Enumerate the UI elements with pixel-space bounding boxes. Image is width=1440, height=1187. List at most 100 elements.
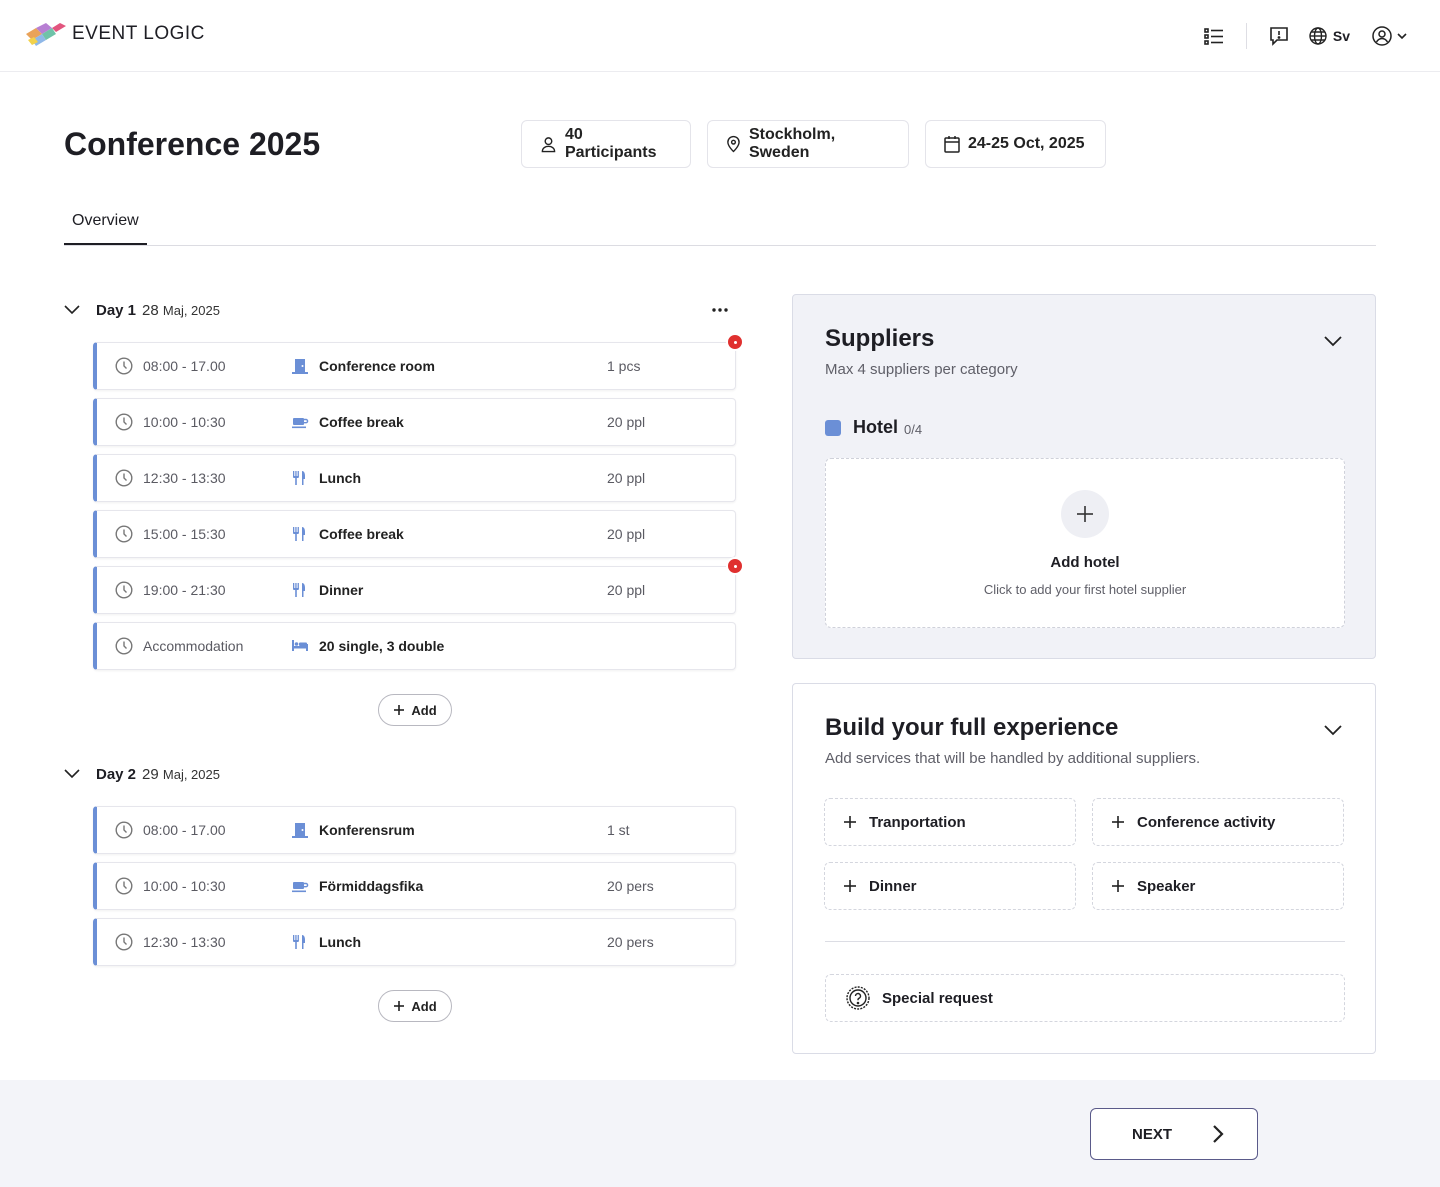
alert-badge [726, 557, 744, 575]
item-name: Conference room [319, 358, 435, 374]
next-label: NEXT [1131, 1125, 1172, 1143]
add-hotel-title: Add hotel [1050, 554, 1120, 571]
item-name: Konferensrum [319, 822, 415, 838]
chevron-down-icon[interactable] [62, 300, 82, 320]
day-1-header: Day 1 28 Maj, 2025 [62, 300, 220, 320]
special-request-button[interactable]: Special request [825, 974, 1345, 1022]
schedule-item[interactable]: 10:00 - 10:30 Coffee break 20 ppl [93, 398, 736, 446]
plus-icon [394, 1001, 405, 1011]
schedule-item[interactable]: 12:30 - 13:30 Lunch 20 ppl [93, 454, 736, 502]
feedback-icon[interactable] [1265, 22, 1293, 50]
schedule-item[interactable]: 08:00 - 17.00 Konferensrum 1 st [93, 806, 736, 854]
chevron-down-icon[interactable] [62, 764, 82, 784]
add-label: Add [411, 998, 437, 1014]
service-label: Dinner [869, 877, 917, 895]
item-quantity: 1 pcs [607, 358, 641, 374]
item-time: 08:00 - 17.00 [143, 358, 226, 374]
chevron-down-icon[interactable] [1321, 329, 1345, 353]
cutlery-icon [291, 526, 309, 542]
item-name: Dinner [319, 582, 364, 598]
day-label: Day 2 [96, 765, 137, 783]
item-quantity: 20 ppl [607, 470, 646, 486]
participants-label: 40 Participants [564, 126, 657, 161]
schedule-item[interactable]: 15:00 - 15:30 Coffee break 20 ppl [93, 510, 736, 558]
plus-icon [1112, 816, 1124, 828]
service-speaker-button[interactable]: Speaker [1092, 862, 1344, 910]
schedule-item[interactable]: 08:00 - 17.00 Conference room 1 pcs [93, 342, 736, 390]
day-2-header: Day 2 29 Maj, 2025 [62, 764, 220, 784]
cutlery-icon [291, 582, 309, 598]
item-quantity: 20 pers [607, 878, 654, 894]
footer: NEXT [0, 1080, 1440, 1187]
item-time: 12:30 - 13:30 [143, 934, 226, 950]
schedule-item[interactable]: 10:00 - 10:30 Förmiddagsfika 20 pers [93, 862, 736, 910]
clock-icon [115, 877, 133, 895]
plus-icon [394, 705, 405, 715]
location-chip[interactable]: Stockholm, Sweden [707, 120, 909, 168]
alert-badge [726, 333, 744, 351]
add-hotel-subtitle: Click to add your first hotel supplier [983, 582, 1187, 597]
top-bar: EVENT LOGIC Sv [0, 0, 1440, 72]
cutlery-icon [291, 934, 309, 950]
logo-icon [26, 23, 66, 46]
service-label: Tranportation [869, 813, 966, 831]
add-item-button[interactable]: Add [378, 990, 452, 1022]
day-date: 28 Maj, 2025 [142, 301, 220, 319]
item-quantity: 20 ppl [607, 582, 646, 598]
plus-icon [844, 816, 856, 828]
add-hotel-button[interactable]: Add hotel Click to add your first hotel … [825, 458, 1345, 628]
add-item-button[interactable]: Add [378, 694, 452, 726]
chevron-down-icon[interactable] [1321, 718, 1345, 742]
coffee-icon [291, 878, 309, 894]
next-button[interactable]: NEXT [1090, 1108, 1258, 1160]
globe-icon [1309, 27, 1327, 45]
item-name: Lunch [319, 470, 361, 486]
day-date: 29 Maj, 2025 [142, 765, 220, 783]
suppliers-subtitle: Max 4 suppliers per category [825, 361, 1018, 378]
hotel-label: Hotel [853, 417, 898, 437]
item-time: 08:00 - 17.00 [143, 822, 226, 838]
service-conference-activity-button[interactable]: Conference activity [1092, 798, 1344, 846]
day-label: Day 1 [96, 301, 137, 319]
date-chip[interactable]: 24-25 Oct, 2025 [925, 120, 1106, 168]
service-transportation-button[interactable]: Tranportation [824, 798, 1076, 846]
tab-overview[interactable]: Overview [64, 206, 147, 245]
service-label: Speaker [1137, 877, 1196, 895]
clock-icon [115, 469, 133, 487]
bed-icon [291, 638, 309, 654]
user-icon [1372, 26, 1392, 46]
schedule-item[interactable]: 19:00 - 21:30 Dinner 20 ppl [93, 566, 736, 614]
door-icon [291, 822, 309, 838]
add-label: Add [411, 702, 437, 718]
item-name: Förmiddagsfika [319, 878, 424, 894]
list-icon[interactable] [1200, 22, 1228, 50]
experience-title: Build your full experience [825, 714, 1119, 741]
door-icon [291, 358, 309, 374]
person-icon [541, 137, 556, 153]
experience-subtitle: Add services that will be handled by add… [825, 750, 1201, 767]
item-time: 19:00 - 21:30 [143, 582, 226, 598]
hotel-count: 0/4 [904, 421, 923, 437]
calendar-icon [944, 136, 960, 153]
language-selector[interactable]: Sv [1309, 27, 1350, 45]
clock-icon [115, 413, 133, 431]
schedule-item[interactable]: 12:30 - 13:30 Lunch 20 pers [93, 918, 736, 966]
item-time: 10:00 - 10:30 [143, 878, 226, 894]
schedule-item[interactable]: Accommodation 20 single, 3 double [93, 622, 736, 670]
suppliers-card: Suppliers Max 4 suppliers per category H… [792, 294, 1376, 659]
item-time: 15:00 - 15:30 [143, 526, 226, 542]
clock-icon [115, 581, 133, 599]
hotel-color-marker [825, 419, 841, 436]
user-menu[interactable] [1372, 26, 1408, 46]
service-dinner-button[interactable]: Dinner [824, 862, 1076, 910]
item-name: Lunch [319, 934, 361, 950]
clock-icon [115, 637, 133, 655]
date-label: 24-25 Oct, 2025 [968, 135, 1085, 152]
logo[interactable]: EVENT LOGIC [24, 20, 205, 48]
page-title: Conference 2025 [64, 126, 321, 162]
more-options-icon[interactable] [708, 298, 732, 322]
coffee-icon [291, 414, 309, 430]
logo-text: EVENT LOGIC [72, 23, 205, 44]
divider [1245, 23, 1247, 49]
participants-chip[interactable]: 40 Participants [521, 120, 691, 168]
